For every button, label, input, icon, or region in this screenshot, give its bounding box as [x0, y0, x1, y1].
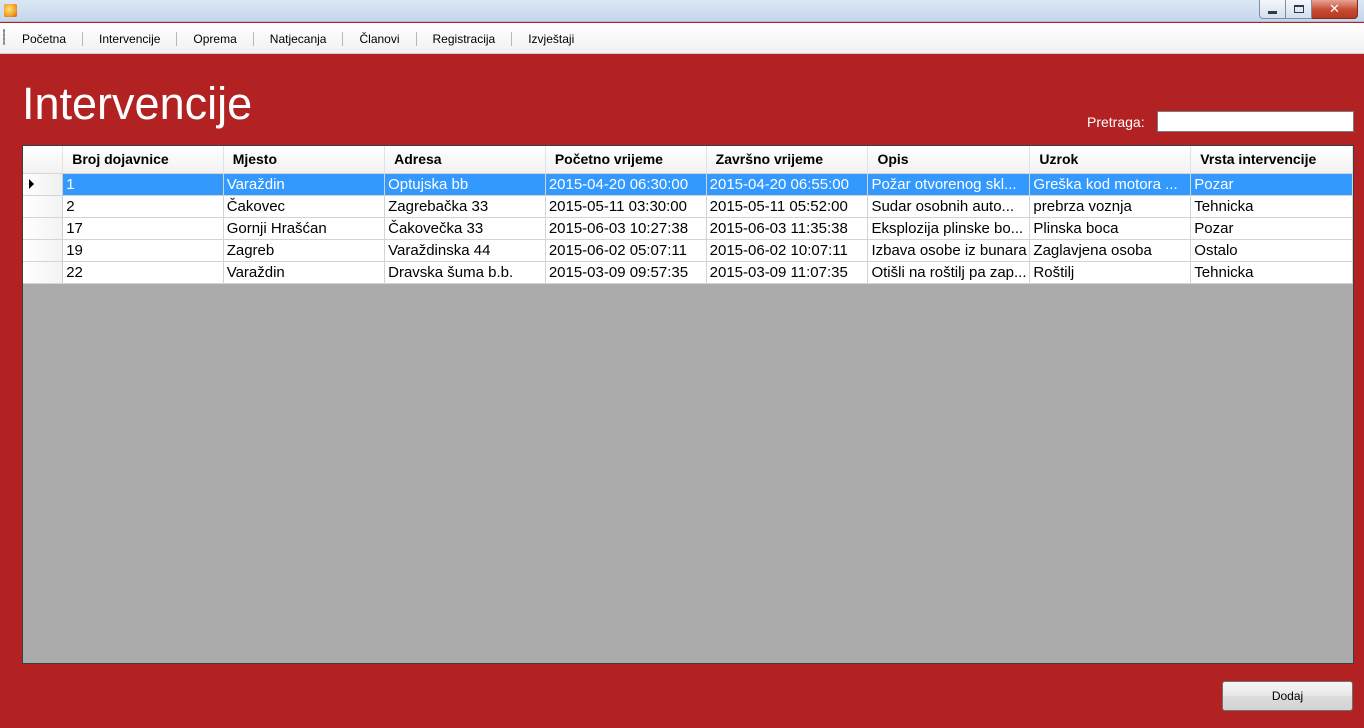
table-cell[interactable]: Dravska šuma b.b. — [384, 261, 546, 284]
interventions-grid[interactable]: Broj dojavnice Mjesto Adresa Početno vrijem… — [22, 145, 1354, 664]
maximize-icon — [1293, 5, 1304, 13]
row-header[interactable] — [23, 239, 64, 262]
table-cell[interactable]: Čakovec — [223, 195, 386, 218]
table-cell[interactable]: Optujska bb — [384, 173, 546, 196]
table-cell[interactable]: Sudar osobnih auto... — [867, 195, 1031, 218]
menu-item-2[interactable]: Oprema — [184, 31, 245, 47]
menu-separator — [176, 31, 178, 46]
minimize-icon — [1268, 10, 1277, 14]
table-cell[interactable]: Pozar — [1190, 217, 1353, 240]
minimize-button[interactable] — [1259, 0, 1286, 19]
table-row[interactable]: 1 Varaždin Optujska bb 2015-04-20 06:30:00 2… — [23, 173, 1353, 196]
column-header-4[interactable]: Završno vrijeme — [706, 146, 869, 174]
column-header-3[interactable]: Početno vrijeme — [545, 146, 707, 174]
window-title-bar: ✕ — [0, 0, 1364, 22]
table-cell[interactable]: 2015-06-03 10:27:38 — [545, 217, 707, 240]
table-cell[interactable]: 2015-04-20 06:30:00 — [545, 173, 707, 196]
table-cell[interactable]: 22 — [62, 261, 224, 284]
table-cell[interactable]: Požar otvorenog skl... — [867, 173, 1031, 196]
menu-separator — [252, 31, 254, 46]
menu-grip-icon — [3, 29, 5, 45]
table-cell[interactable]: Ostalo — [1190, 239, 1353, 262]
search-label: Pretraga: — [1087, 114, 1145, 130]
column-header-0[interactable]: Broj dojavnice — [62, 146, 224, 174]
table-cell[interactable]: Varaždin — [223, 261, 386, 284]
menu-items: Početna Intervencije Oprema Natjecanja Člano… — [13, 23, 583, 54]
menu-item-4[interactable]: Članovi — [350, 31, 408, 47]
table-cell[interactable]: Gornji Hrašćan — [223, 217, 386, 240]
table-cell[interactable]: Pozar — [1190, 173, 1353, 196]
app-icon — [4, 4, 17, 17]
column-header-7[interactable]: Vrsta intervencije — [1190, 146, 1353, 174]
column-header-2[interactable]: Adresa — [384, 146, 546, 174]
menu-item-1[interactable]: Intervencije — [90, 31, 169, 47]
table-cell[interactable]: 2015-05-11 03:30:00 — [545, 195, 707, 218]
table-cell[interactable]: Čakovečka 33 — [384, 217, 546, 240]
table-cell[interactable]: Tehnicka — [1190, 195, 1353, 218]
menu-separator — [511, 31, 513, 46]
row-header[interactable] — [23, 261, 64, 284]
table-cell[interactable]: Eksplozija plinske bo... — [867, 217, 1031, 240]
current-row-arrow-icon — [29, 179, 34, 189]
table-cell[interactable]: Zagrebačka 33 — [384, 195, 546, 218]
menu-separator — [415, 31, 417, 46]
table-cell[interactable]: Roštilj — [1029, 261, 1192, 284]
table-row[interactable]: 2 Čakovec Zagrebačka 33 2015-05-11 03:30:00… — [23, 195, 1353, 218]
table-cell[interactable]: 2015-04-20 06:55:00 — [706, 173, 869, 196]
table-cell[interactable]: 2015-05-11 05:52:00 — [706, 195, 869, 218]
menu-item-6[interactable]: Izvještaji — [519, 31, 583, 47]
table-cell[interactable]: 2015-06-02 10:07:11 — [706, 239, 869, 262]
table-cell[interactable]: Zagreb — [223, 239, 386, 262]
table-cell[interactable]: 2015-06-02 05:07:11 — [545, 239, 707, 262]
table-cell[interactable]: prebrza voznja — [1029, 195, 1192, 218]
maximize-button[interactable] — [1286, 0, 1312, 19]
table-row[interactable]: 22 Varaždin Dravska šuma b.b. 2015-03-09 09… — [23, 261, 1353, 284]
table-cell[interactable]: Plinska boca — [1029, 217, 1192, 240]
table-cell[interactable]: 2015-03-09 11:07:35 — [706, 261, 869, 284]
row-header[interactable] — [23, 217, 64, 240]
table-cell[interactable]: 17 — [62, 217, 224, 240]
menu-separator — [82, 31, 84, 46]
table-cell[interactable]: Varaždin — [223, 173, 386, 196]
interventions-table: Broj dojavnice Mjesto Adresa Početno vrijem… — [23, 146, 1353, 284]
window-controls: ✕ — [1259, 0, 1358, 19]
table-cell[interactable]: Tehnicka — [1190, 261, 1353, 284]
close-button[interactable]: ✕ — [1312, 0, 1358, 19]
row-header-corner — [23, 146, 64, 174]
close-icon: ✕ — [1329, 1, 1340, 17]
search-input[interactable] — [1157, 111, 1354, 132]
table-cell[interactable]: Greška kod motora ... — [1029, 173, 1192, 196]
table-cell[interactable]: 2015-03-09 09:57:35 — [545, 261, 707, 284]
table-cell[interactable]: Otišli na roštilj pa zap... — [867, 261, 1031, 284]
table-cell[interactable]: Varaždinska 44 — [384, 239, 546, 262]
row-header[interactable] — [23, 195, 64, 218]
menu-item-5[interactable]: Registracija — [424, 31, 505, 47]
column-header-6[interactable]: Uzrok — [1029, 146, 1192, 174]
menu-bar: Početna Intervencije Oprema Natjecanja Člano… — [0, 23, 1364, 54]
table-cell[interactable]: Izbava osobe iz bunara — [867, 239, 1031, 262]
column-header-1[interactable]: Mjesto — [223, 146, 386, 174]
column-header-5[interactable]: Opis — [867, 146, 1031, 174]
table-cell[interactable]: 2 — [62, 195, 224, 218]
add-button[interactable]: Dodaj — [1222, 681, 1353, 711]
table-cell[interactable]: Zaglavjena osoba — [1029, 239, 1192, 262]
row-header[interactable] — [23, 173, 64, 196]
table-cell[interactable]: 2015-06-03 11:35:38 — [706, 217, 869, 240]
table-header-row: Broj dojavnice Mjesto Adresa Početno vrijem… — [23, 146, 1353, 174]
table-row[interactable]: 17 Gornji Hrašćan Čakovečka 33 2015-06-03 1… — [23, 217, 1353, 240]
menu-separator — [342, 31, 344, 46]
table-cell[interactable]: 19 — [62, 239, 224, 262]
table-row[interactable]: 19 Zagreb Varaždinska 44 2015-06-02 05:07:1… — [23, 239, 1353, 262]
menu-item-0[interactable]: Početna — [13, 31, 75, 47]
table-cell[interactable]: 1 — [62, 173, 224, 196]
page-title: Intervencije — [22, 78, 253, 129]
menu-item-3[interactable]: Natjecanja — [261, 31, 336, 47]
